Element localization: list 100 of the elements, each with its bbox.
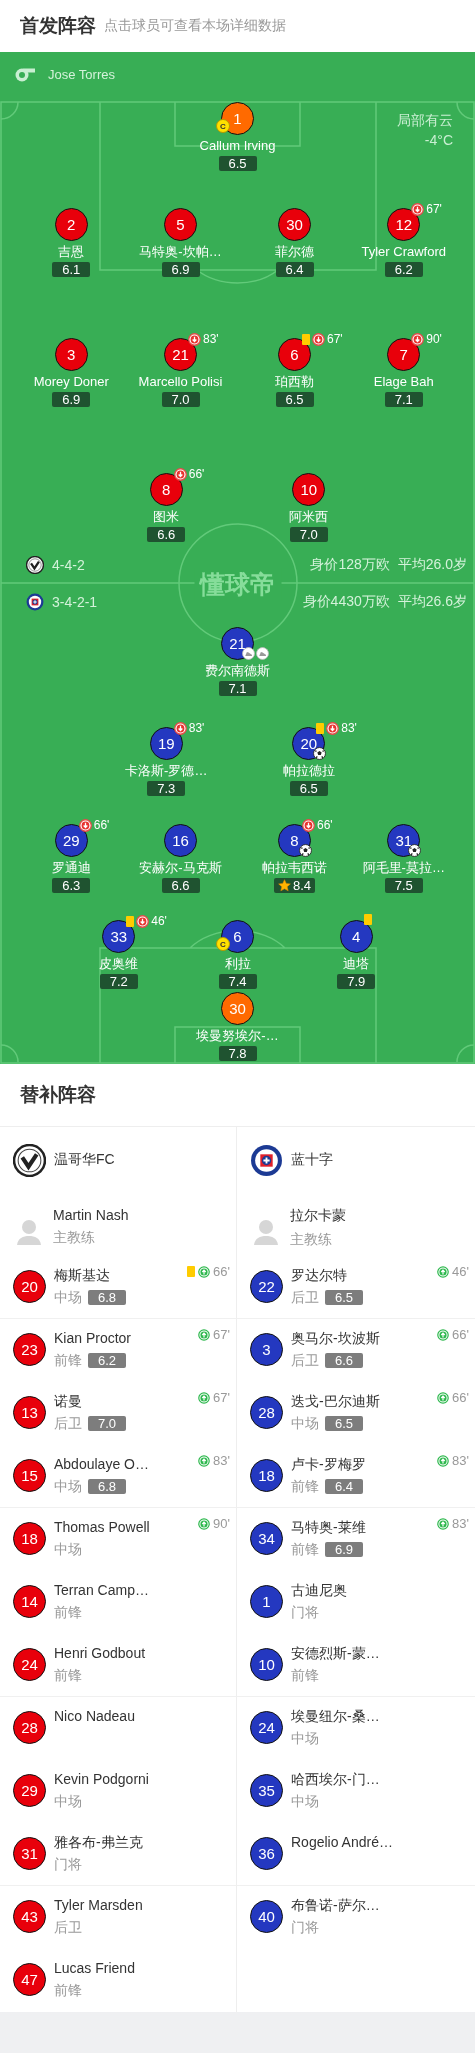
player-number[interactable]: 7 — [387, 338, 421, 371]
player-number[interactable]: 43 — [13, 1900, 46, 1933]
player-name[interactable]: 埃曼纽尔-桑… — [291, 1707, 380, 1725]
player-number[interactable]: 3 — [54, 338, 88, 371]
player-name[interactable]: 卢卡-罗梅罗 — [291, 1455, 366, 1473]
player-position: 前锋 — [54, 1981, 82, 1999]
player-number[interactable]: 14 — [13, 1585, 46, 1618]
player-number[interactable]: 40 — [250, 1900, 283, 1933]
player-rating: 6.2 — [384, 262, 423, 277]
player-name[interactable]: Kevin Podgorni — [54, 1770, 149, 1788]
player-number[interactable]: 34 — [250, 1522, 283, 1555]
player-name[interactable]: 雅各布-弗兰克 — [54, 1833, 143, 1851]
substitution-in-icon — [198, 1454, 211, 1467]
soccer-ball-icon — [299, 844, 312, 857]
player-number[interactable]: 47 — [13, 1963, 46, 1996]
player-number[interactable]: 5 — [164, 208, 197, 241]
player-name: 菲尔德 — [275, 244, 314, 260]
player-name: 帕拉德拉 — [282, 763, 335, 779]
player-number[interactable]: 24 — [250, 1711, 283, 1744]
player-number[interactable]: 15 — [13, 1459, 46, 1492]
player-name[interactable]: 迭戈-巴尔迪斯 — [291, 1392, 380, 1410]
player-name: Callum Irving — [199, 138, 276, 154]
player-number[interactable]: 20 — [13, 1270, 46, 1303]
player-name[interactable]: 安德烈斯-蒙… — [291, 1644, 380, 1662]
player-number[interactable]: 3 — [250, 1333, 283, 1366]
player-position: 中场 — [54, 1792, 82, 1810]
player-rating: 6.5 — [289, 781, 328, 796]
player-number[interactable]: 29 — [54, 824, 88, 857]
player-number[interactable]: 35 — [250, 1774, 283, 1807]
player-number[interactable]: 6 — [278, 338, 311, 371]
player-number[interactable]: 28 — [250, 1396, 283, 1429]
player-name[interactable]: 罗达尔特 — [291, 1266, 363, 1284]
player-number[interactable]: 12 — [387, 208, 421, 241]
player-position: 中场 — [54, 1288, 82, 1306]
player-name[interactable]: 诺曼 — [54, 1392, 126, 1410]
player-name[interactable]: 布鲁诺-萨尔… — [291, 1896, 380, 1914]
substitution-out-icon — [312, 332, 325, 346]
player-number[interactable]: 31 — [13, 1837, 46, 1870]
player-number[interactable]: 1 — [250, 1585, 283, 1618]
player-rating: 6.2 — [88, 1352, 126, 1368]
player-name[interactable]: 哈西埃尔-门… — [291, 1770, 380, 1788]
substitution-minute: 46' — [452, 1264, 469, 1279]
substitution-in-icon — [437, 1454, 450, 1467]
player-position: 前锋 — [54, 1351, 82, 1369]
player-number[interactable]: 16 — [164, 824, 197, 857]
player-position: 门将 — [291, 1918, 319, 1936]
substitution-in-icon — [198, 1391, 211, 1404]
player-number[interactable]: 28 — [13, 1711, 46, 1744]
formation-text: 3-4-2-1 — [52, 594, 98, 610]
player-number[interactable]: 18 — [250, 1459, 283, 1492]
substitution-minute: 66' — [188, 467, 205, 481]
team-logo-icon — [26, 593, 44, 611]
formation-text: 4-4-2 — [52, 557, 85, 573]
player-name[interactable]: Thomas Powell — [54, 1518, 150, 1536]
player-position: 中场 — [291, 1414, 319, 1432]
player-rating: 7.5 — [384, 878, 423, 893]
player-number[interactable]: 29 — [13, 1774, 46, 1807]
player-name[interactable]: Henri Godbout — [54, 1644, 146, 1662]
player-rating: 7.4 — [218, 974, 257, 989]
player-name[interactable]: 奥马尔-坎波斯 — [291, 1329, 380, 1347]
player-position: 中场 — [54, 1540, 82, 1558]
player-name[interactable]: 马特奥-莱维 — [291, 1518, 366, 1536]
player-number[interactable]: 10 — [292, 473, 326, 506]
player-number[interactable]: 21 — [164, 338, 197, 371]
substitution-in-icon — [198, 1265, 211, 1278]
player-number[interactable]: 4 — [339, 920, 373, 953]
player-number[interactable]: 18 — [13, 1522, 46, 1555]
player-rating: 7.1 — [384, 392, 423, 407]
player-name[interactable]: Nico Nadeau — [54, 1707, 135, 1725]
player-number[interactable]: 13 — [13, 1396, 46, 1429]
player-number[interactable]: 23 — [13, 1333, 46, 1366]
player-number[interactable]: 33 — [102, 920, 136, 953]
player-number[interactable]: 36 — [250, 1837, 283, 1870]
player-number[interactable]: 10 — [250, 1648, 283, 1681]
player-number[interactable]: 8 — [149, 473, 183, 506]
player-name[interactable]: 梅斯基达 — [54, 1266, 126, 1284]
player-number[interactable]: 22 — [250, 1270, 283, 1303]
substitution-out-icon — [411, 202, 425, 216]
player-number[interactable]: 2 — [54, 208, 88, 241]
player-position: 后卫 — [291, 1288, 319, 1306]
player-name[interactable]: Lucas Friend — [54, 1959, 135, 1977]
substitution-in-icon — [198, 1517, 211, 1530]
player-name[interactable]: 古迪尼奥 — [291, 1581, 347, 1599]
player-number[interactable]: 19 — [149, 727, 183, 760]
player-rating: 7.0 — [161, 392, 200, 407]
player-number[interactable]: 24 — [13, 1648, 46, 1681]
average-age: 平均26.0岁 — [397, 556, 467, 574]
substitution-out-icon — [78, 818, 92, 832]
substitution-minute: 66' — [452, 1390, 469, 1405]
player-name[interactable]: Terran Camp… — [54, 1581, 149, 1599]
player-name[interactable]: Kian Proctor — [54, 1329, 132, 1347]
team-name[interactable]: 温哥华FC — [54, 1151, 115, 1169]
player-name[interactable]: Tyler Marsden — [54, 1896, 143, 1914]
coach-role: 主教练 — [53, 1229, 96, 1247]
player-number[interactable]: 30 — [278, 208, 311, 241]
player-name[interactable]: Abdoulaye O… — [54, 1455, 149, 1473]
team-name[interactable]: 蓝十字 — [291, 1151, 333, 1169]
player-name[interactable]: Rogelio André… — [291, 1833, 393, 1851]
player-rating: 6.4 — [275, 262, 314, 277]
substitution-out-icon — [173, 467, 187, 481]
